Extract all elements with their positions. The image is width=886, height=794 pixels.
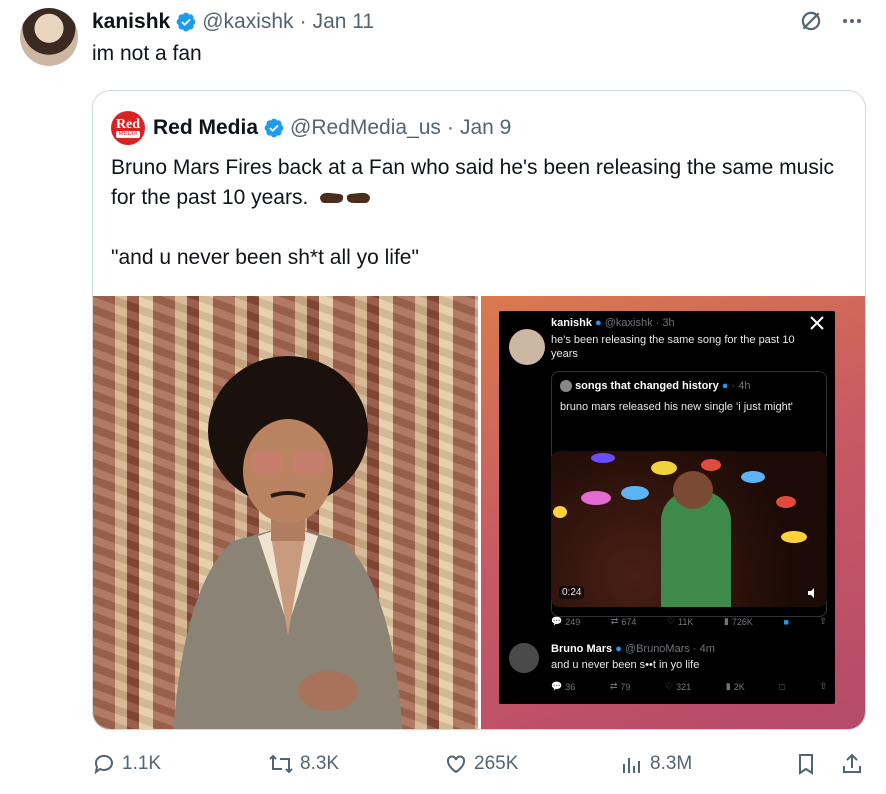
repost-count: 8.3K (300, 753, 340, 774)
bookmark-icon: □ (779, 681, 785, 692)
bookmark-icon (799, 754, 813, 775)
quote-author-handle[interactable]: @RedMedia_us (290, 116, 441, 140)
repost-button[interactable]: 8.3K (268, 752, 339, 776)
author-handle[interactable]: @kaxishk (202, 10, 293, 34)
volume-icon (808, 588, 814, 598)
video-thumbnail: 0:24 (551, 451, 827, 607)
reply-icon: 💬 249 (551, 616, 581, 627)
separator-dot: · (446, 116, 454, 139)
tweet-header: kanishk @kaxishk · Jan 11 (92, 10, 374, 34)
video-duration: 0:24 (559, 586, 585, 599)
views-count: 8.3M (650, 753, 693, 774)
bookmark-icon: ■ (783, 616, 789, 627)
red-media-logo[interactable]: Red MEDIA (111, 111, 145, 145)
reply-author-handle: @BrunoMars · 4m (624, 643, 715, 655)
reply-author-name: Bruno Mars (551, 643, 613, 655)
avatar (509, 329, 545, 365)
grok-icon[interactable] (798, 8, 824, 34)
share-icon (843, 753, 861, 773)
embedded-author-handle: @kaxishk · 3h (604, 317, 675, 329)
tweet-date[interactable]: Jan 11 (313, 10, 375, 34)
inner-quote-text: bruno mars released his new single 'i ju… (560, 401, 793, 413)
quote-date[interactable]: Jan 9 (460, 116, 511, 140)
media-grid: kanishk ● @kaxishk · 3h he's been releas… (93, 296, 865, 729)
share-icon: ⇧ (819, 616, 827, 626)
views-icon: ▮ 726K (723, 616, 753, 627)
reply-reposts: 79 (620, 681, 631, 692)
embedded-likes: 11K (678, 616, 694, 627)
tweet-action-bar: 1.1K 8.3K 265K 8.3M (92, 752, 866, 778)
embedded-reposts: 674 (621, 616, 637, 627)
views-icon (623, 758, 640, 773)
reply-text: and u never been s••t in yo life (551, 659, 700, 671)
reply-likes: 321 (676, 681, 692, 692)
reply-icon (94, 754, 113, 775)
like-icon: ♡ 321 (665, 681, 692, 692)
x-logo-icon (810, 316, 824, 330)
fist-bump-emoji-icon (320, 193, 371, 204)
views-icon: ▮ 2K (725, 681, 745, 692)
logo-text: Red (115, 117, 141, 132)
quote-author-name[interactable]: Red Media (153, 116, 258, 140)
tweet-text: im not a fan (92, 42, 202, 65)
like-count: 265K (474, 753, 519, 774)
person-portrait-image (173, 356, 403, 729)
quote-text-line1: Bruno Mars Fires back at a Fan who said … (111, 156, 835, 209)
quoted-tweet[interactable]: Red MEDIA Red Media @RedMedia_us · Jan 9… (92, 90, 866, 730)
reply-replies: 36 (565, 681, 576, 692)
embedded-stats-row: 💬 249 ⇄ 674 ♡ 11K ▮ 726K ■ ⇧ (551, 616, 827, 627)
author-name[interactable]: kanishk (92, 10, 170, 34)
avatar (509, 643, 539, 673)
embedded-tweet-text: he's been releasing the same song for th… (551, 334, 795, 360)
verified-badge-icon (176, 12, 196, 32)
embedded-screenshot-image[interactable]: kanishk ● @kaxishk · 3h he's been releas… (481, 296, 865, 729)
bookmark-button[interactable] (794, 752, 818, 776)
reply-views: 2K (733, 681, 745, 692)
repost-icon (269, 754, 293, 774)
reply-count: 1.1K (122, 753, 162, 774)
quote-header: Red MEDIA Red Media @RedMedia_us · Jan 9 (111, 111, 511, 145)
like-icon: ♡ 11K (666, 616, 694, 627)
verified-badge-icon (264, 118, 284, 138)
reply-button[interactable]: 1.1K (92, 752, 161, 776)
heart-icon (447, 755, 465, 774)
quote-text-line2: "and u never been sh*t all yo life" (111, 246, 419, 269)
views-button[interactable]: 8.3M (620, 752, 692, 776)
reply-icon: 💬 36 (551, 681, 576, 692)
share-icon: ⇧ (819, 681, 827, 691)
share-button[interactable] (840, 752, 864, 776)
more-icon[interactable] (840, 9, 864, 33)
embedded-author-name: kanishk (551, 317, 592, 329)
embedded-replies: 249 (565, 616, 581, 627)
dark-tweet-screenshot: kanishk ● @kaxishk · 3h he's been releas… (499, 311, 835, 704)
inner-quote-time: · 4h (731, 380, 751, 392)
avatar (560, 380, 572, 393)
quote-text: Bruno Mars Fires back at a Fan who said … (111, 153, 851, 303)
logo-subtext: MEDIA (116, 131, 140, 138)
inner-quote-name: songs that changed history (575, 380, 719, 392)
repost-icon: ⇄ 674 (610, 616, 637, 627)
separator-dot: · (299, 10, 307, 33)
bruno-mars-photo[interactable] (93, 296, 478, 729)
tweet-top-actions (798, 8, 864, 34)
embedded-views: 726K (731, 616, 753, 627)
repost-icon: ⇄ 79 (609, 681, 631, 692)
like-button[interactable]: 265K (444, 752, 518, 776)
reply-stats-row: 💬 36 ⇄ 79 ♡ 321 ▮ 2K □ ⇧ (551, 681, 827, 692)
avatar[interactable] (20, 8, 78, 66)
